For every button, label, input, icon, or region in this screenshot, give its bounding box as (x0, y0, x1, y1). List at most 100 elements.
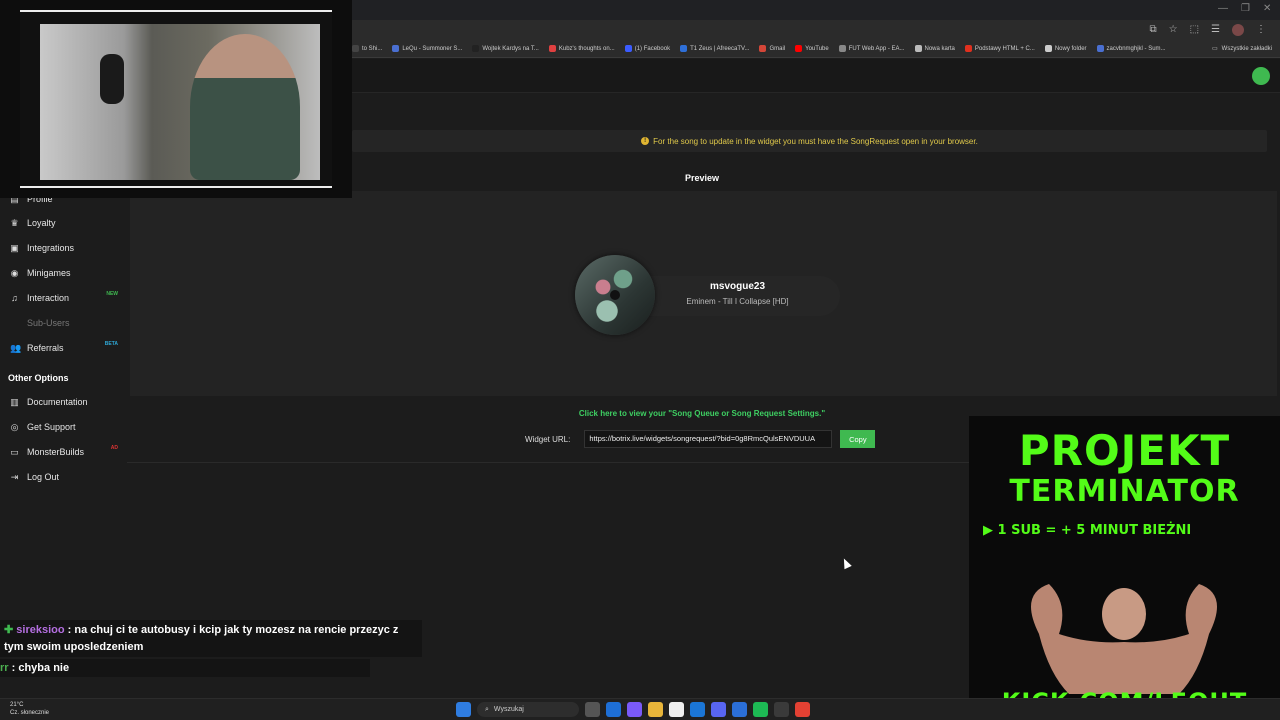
sidebar-item-documentation[interactable]: ▥ Documentation (10, 393, 122, 411)
favicon-icon (548, 45, 556, 52)
chat-username: sireksioo (16, 624, 65, 636)
sidebar-item-loyalty[interactable]: ♛ Loyalty (10, 214, 122, 232)
bookmark-item[interactable]: Wojtek Kardys na T... (472, 45, 539, 52)
favicon-icon (795, 45, 803, 52)
widget-url-input[interactable]: https://botrix.live/widgets/songrequest/… (584, 430, 833, 448)
trophy-icon: ♛ (10, 217, 19, 228)
sidebar-item-log-out[interactable]: ⇥ Log Out (10, 468, 122, 486)
bodybuilder-image (1031, 584, 1217, 694)
promo-offer: ▶ 1 SUB = + 5 MINUT BIEŻNI (983, 523, 1192, 538)
taskbar-search[interactable]: ⌕ Wyszukaj (477, 702, 579, 717)
update-notice: ! For the song to update in the widget y… (352, 130, 1267, 152)
favicon-icon (624, 45, 632, 52)
user-icon (10, 319, 19, 328)
file-explorer-icon[interactable] (648, 702, 663, 717)
bookmark-item[interactable]: Podstawy HTML + C... (964, 45, 1035, 52)
sidebar-item-integrations[interactable]: ▣ Integrations (10, 239, 122, 257)
favicon-icon (964, 45, 972, 52)
plug-icon: ▣ (10, 242, 19, 253)
star-icon[interactable]: ☆ (1169, 24, 1178, 36)
album-art-disc (575, 255, 655, 335)
folder-icon: ▭ (1211, 46, 1218, 52)
microphone (100, 54, 124, 104)
bookmark-item[interactable]: Gmail (759, 45, 785, 52)
music-icon: ♫ (11, 292, 18, 303)
botrix-logo-icon[interactable] (1252, 67, 1270, 85)
bookmark-item[interactable]: FUT Web App - EA... (838, 45, 905, 52)
calendar-icon[interactable] (669, 702, 684, 717)
sidebar-item-get-support[interactable]: ◎ Get Support (10, 418, 122, 436)
taskbar: 21°C Cz. słonecznie ⌕ Wyszukaj (0, 698, 1280, 720)
spotify-icon[interactable] (753, 702, 768, 717)
all-bookmarks[interactable]: ▭ Wszystkie zakładki (1211, 45, 1272, 53)
support-icon: ◎ (10, 421, 19, 432)
bookmark-item[interactable]: YouTube (795, 45, 829, 52)
requester-name: msvogue23 (709, 281, 766, 292)
promo-title: PROJEKT (1018, 426, 1231, 475)
edge-icon[interactable] (690, 702, 705, 717)
outlook-icon[interactable] (606, 702, 621, 717)
favicon-icon (352, 45, 359, 52)
widget-url-row: Widget URL: https://botrix.live/widgets/… (525, 430, 876, 448)
windows-start-icon[interactable] (456, 702, 471, 717)
gamepad-icon: ◉ (10, 267, 19, 278)
promo-subtitle: TERMINATOR (1009, 474, 1240, 509)
bookmark-item[interactable]: zacvbnmghjkl - Sum... (1096, 45, 1166, 52)
bookmark-item[interactable]: (1) Facebook (624, 45, 670, 52)
screen: — ❐ ✕ ⧉ ☆ ⬚ ☰ ⋮ to Shi... LeQu - Summoner… (0, 0, 1280, 720)
copilot-icon[interactable] (627, 702, 642, 717)
new-badge: NEW (106, 291, 118, 297)
favicon-icon (680, 45, 688, 52)
search-icon: ⌕ (485, 705, 489, 713)
sidebar-item-referrals[interactable]: 👥 Referrals BETA (10, 339, 122, 357)
song-widget: msvogue23 Eminem - Till I Collapse [HD] (575, 255, 840, 335)
copy-button[interactable]: Copy (840, 430, 876, 448)
bookmark-item[interactable]: LeQu - Summoner S... (392, 45, 462, 52)
sidepanel-icon[interactable]: ☰ (1211, 24, 1220, 36)
book-icon: ▥ (10, 396, 19, 407)
sidebar-item-interaction[interactable]: ♫ Interaction NEW (10, 289, 122, 307)
monitor-icon: ▭ (10, 446, 19, 457)
sidebar-item-monsterbuilds[interactable]: ▭ MonsterBuilds AD (10, 443, 122, 461)
favicon-icon (1096, 45, 1104, 52)
sidebar-item-minigames[interactable]: ◉ Minigames (10, 264, 122, 282)
chrome-icon[interactable] (795, 702, 810, 717)
widget-preview: msvogue23 Eminem - Till I Collapse [HD] (130, 191, 1277, 396)
beta-badge: BETA (104, 341, 118, 347)
chat-text: : chyba nie (11, 662, 70, 674)
webcam-feed (40, 24, 320, 180)
song-title: Eminem - Till I Collapse [HD] (686, 297, 789, 306)
webcam-frame (20, 10, 332, 188)
logout-icon: ⇥ (10, 471, 19, 482)
bookmark-item[interactable]: to Shi... (352, 45, 382, 52)
translate-icon[interactable]: ⧉ (1149, 24, 1156, 36)
app-icon[interactable] (732, 702, 747, 717)
bookmark-item[interactable]: Nowy folder (1044, 45, 1087, 52)
favicon-icon (392, 45, 400, 52)
favicon-icon (1044, 45, 1052, 52)
other-options-title: Other Options (8, 373, 69, 383)
task-view-icon[interactable] (585, 702, 600, 717)
ad-badge: AD (110, 445, 118, 451)
close-icon[interactable]: ✕ (1263, 3, 1271, 14)
maximize-icon[interactable]: ❐ (1241, 3, 1250, 14)
bookmark-item[interactable]: Nowa karta (914, 45, 955, 52)
minimize-icon[interactable]: — (1218, 3, 1228, 14)
favicon-icon (759, 45, 767, 52)
favicon-icon (472, 45, 480, 52)
favicon-icon (914, 45, 922, 52)
weather-widget[interactable]: 21°C Cz. słonecznie (10, 701, 49, 717)
profile-avatar[interactable] (1232, 24, 1244, 36)
chat-message: rr : chyba nie (0, 659, 370, 677)
bookmark-item[interactable]: T1 Zeus | AfreecaTV... (680, 45, 749, 52)
sidebar-item-sub-users[interactable]: Sub-Users (10, 314, 122, 332)
extensions-icon[interactable]: ⬚ (1190, 24, 1199, 36)
menu-icon[interactable]: ⋮ (1256, 24, 1266, 36)
discord-icon[interactable] (711, 702, 726, 717)
favicon-icon (838, 45, 846, 52)
streamer (190, 34, 300, 180)
warning-icon: ! (641, 137, 650, 145)
obs-icon[interactable] (774, 702, 789, 717)
kick-promo-overlay: PROJEKT TERMINATOR ▶ 1 SUB = + 5 MINUT B… (969, 416, 1280, 720)
bookmark-item[interactable]: Kubz's thoughts on... (548, 45, 615, 52)
